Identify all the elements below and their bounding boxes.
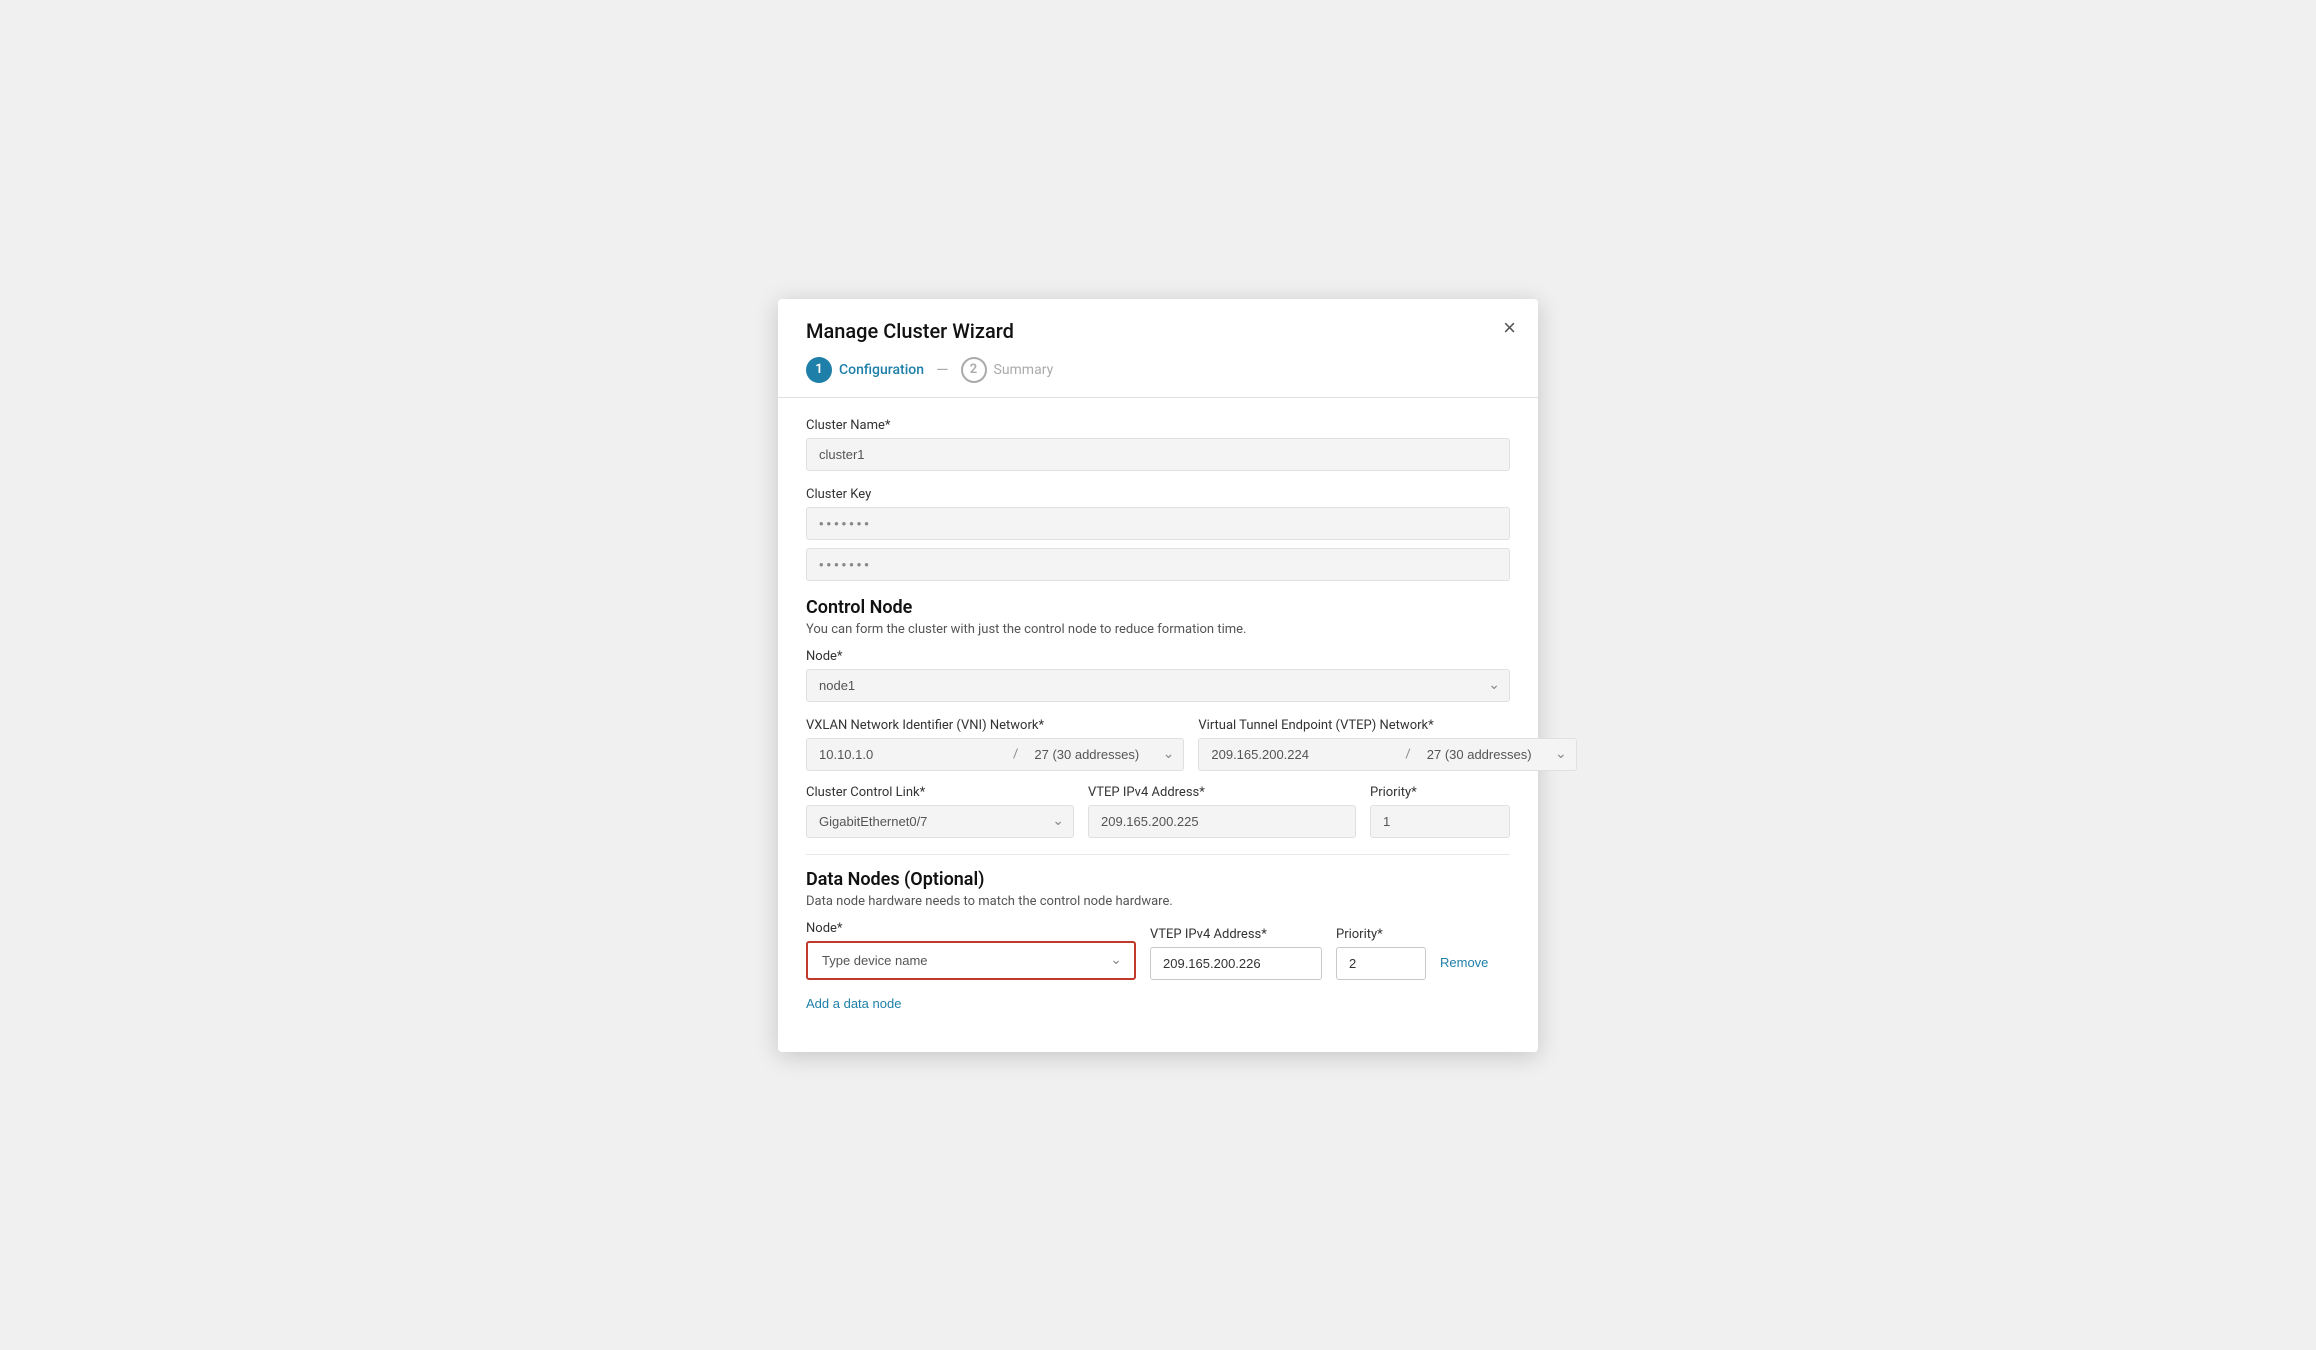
cluster-key-group: Cluster Key [806,487,1510,581]
network-row: VXLAN Network Identifier (VNI) Network* … [806,718,1510,771]
vtep-ipv4-label: VTEP IPv4 Address* [1088,785,1356,800]
cluster-control-link-wrapper: GigabitEthernet0/7 ⌄ [806,805,1074,838]
add-data-node-button[interactable]: Add a data node [806,996,901,1011]
close-button[interactable]: × [1503,317,1516,339]
dialog-header: Manage Cluster Wizard × 1 Configuration … [778,299,1538,398]
step-1: 1 Configuration [806,357,924,383]
priority-group: Priority* [1370,785,1510,838]
cluster-name-input[interactable] [806,438,1510,471]
vni-ip-input[interactable] [806,738,1007,771]
node-select[interactable]: node1 [806,669,1510,702]
data-node-label: Node* [806,921,1136,936]
step-2: 2 Summary [961,357,1054,383]
vtep-cidr-wrapper: 27 (30 addresses) ⌄ [1417,738,1577,771]
data-node-select-box: Type device name ⌄ [806,941,1136,980]
cluster-control-link-select[interactable]: GigabitEthernet0/7 [806,805,1074,838]
cluster-control-link-label: Cluster Control Link* [806,785,1074,800]
vtep-network-input-row: / 27 (30 addresses) ⌄ [1198,738,1576,771]
data-node-node-group: Node* Type device name ⌄ [806,921,1136,980]
vni-slash: / [1007,738,1024,771]
data-nodes-title: Data Nodes (Optional) [806,869,1510,890]
manage-cluster-dialog: Manage Cluster Wizard × 1 Configuration … [778,299,1538,1052]
vtep-ip-input[interactable] [1198,738,1399,771]
remove-col: Remove [1440,947,1510,980]
data-node-row: Node* Type device name ⌄ VTEP IPv4 Addre… [806,921,1510,980]
node-select-wrapper: node1 ⌄ [806,669,1510,702]
step-1-circle: 1 [806,357,832,383]
node-group: Node* node1 ⌄ [806,649,1510,702]
data-node-vtep-label: VTEP IPv4 Address* [1150,927,1322,942]
cluster-control-link-group: Cluster Control Link* GigabitEthernet0/7… [806,785,1074,838]
data-node-priority-group: Priority* [1336,927,1426,980]
control-node-section: Control Node You can form the cluster wi… [806,597,1510,838]
cluster-key-input-1[interactable] [806,507,1510,540]
vni-cidr-select[interactable]: 27 (30 addresses) [1024,738,1184,771]
step-2-circle: 2 [961,357,987,383]
vni-network-label: VXLAN Network Identifier (VNI) Network* [806,718,1184,733]
vtep-network-group: Virtual Tunnel Endpoint (VTEP) Network* … [1198,718,1576,771]
vni-network-input-row: / 27 (30 addresses) ⌄ [806,738,1184,771]
control-link-row: Cluster Control Link* GigabitEthernet0/7… [806,785,1510,838]
vni-cidr-wrapper: 27 (30 addresses) ⌄ [1024,738,1184,771]
cluster-key-input-2[interactable] [806,548,1510,581]
data-nodes-subtitle: Data node hardware needs to match the co… [806,894,1510,909]
data-node-vtep-group: VTEP IPv4 Address* [1150,927,1322,980]
cluster-name-group: Cluster Name* [806,418,1510,471]
control-node-title: Control Node [806,597,1510,618]
vtep-ipv4-input[interactable] [1088,805,1356,838]
node-label: Node* [806,649,1510,664]
wizard-steps: 1 Configuration — 2 Summary [806,357,1510,397]
vtep-cidr-select[interactable]: 27 (30 addresses) [1417,738,1577,771]
data-node-vtep-input[interactable] [1150,947,1322,980]
step-divider: — [936,360,949,379]
step-2-label: Summary [994,362,1054,378]
vtep-network-label: Virtual Tunnel Endpoint (VTEP) Network* [1198,718,1576,733]
data-node-priority-label: Priority* [1336,927,1426,942]
step-1-label: Configuration [839,362,924,378]
data-node-select-wrapper: Type device name ⌄ [810,945,1132,976]
priority-input[interactable] [1370,805,1510,838]
vtep-ipv4-group: VTEP IPv4 Address* [1088,785,1356,838]
data-node-priority-input[interactable] [1336,947,1426,980]
cluster-key-label: Cluster Key [806,487,1510,502]
dialog-title: Manage Cluster Wizard [806,319,1510,343]
priority-label: Priority* [1370,785,1510,800]
vtep-slash: / [1399,738,1416,771]
remove-button[interactable]: Remove [1440,947,1488,978]
section-divider [806,854,1510,855]
dialog-body: Cluster Name* Cluster Key Control Node Y… [778,398,1538,1012]
control-node-subtitle: You can form the cluster with just the c… [806,622,1510,637]
data-node-select[interactable]: Type device name [810,945,1132,976]
data-nodes-section: Data Nodes (Optional) Data node hardware… [806,869,1510,1012]
vni-network-group: VXLAN Network Identifier (VNI) Network* … [806,718,1184,771]
cluster-name-label: Cluster Name* [806,418,1510,433]
